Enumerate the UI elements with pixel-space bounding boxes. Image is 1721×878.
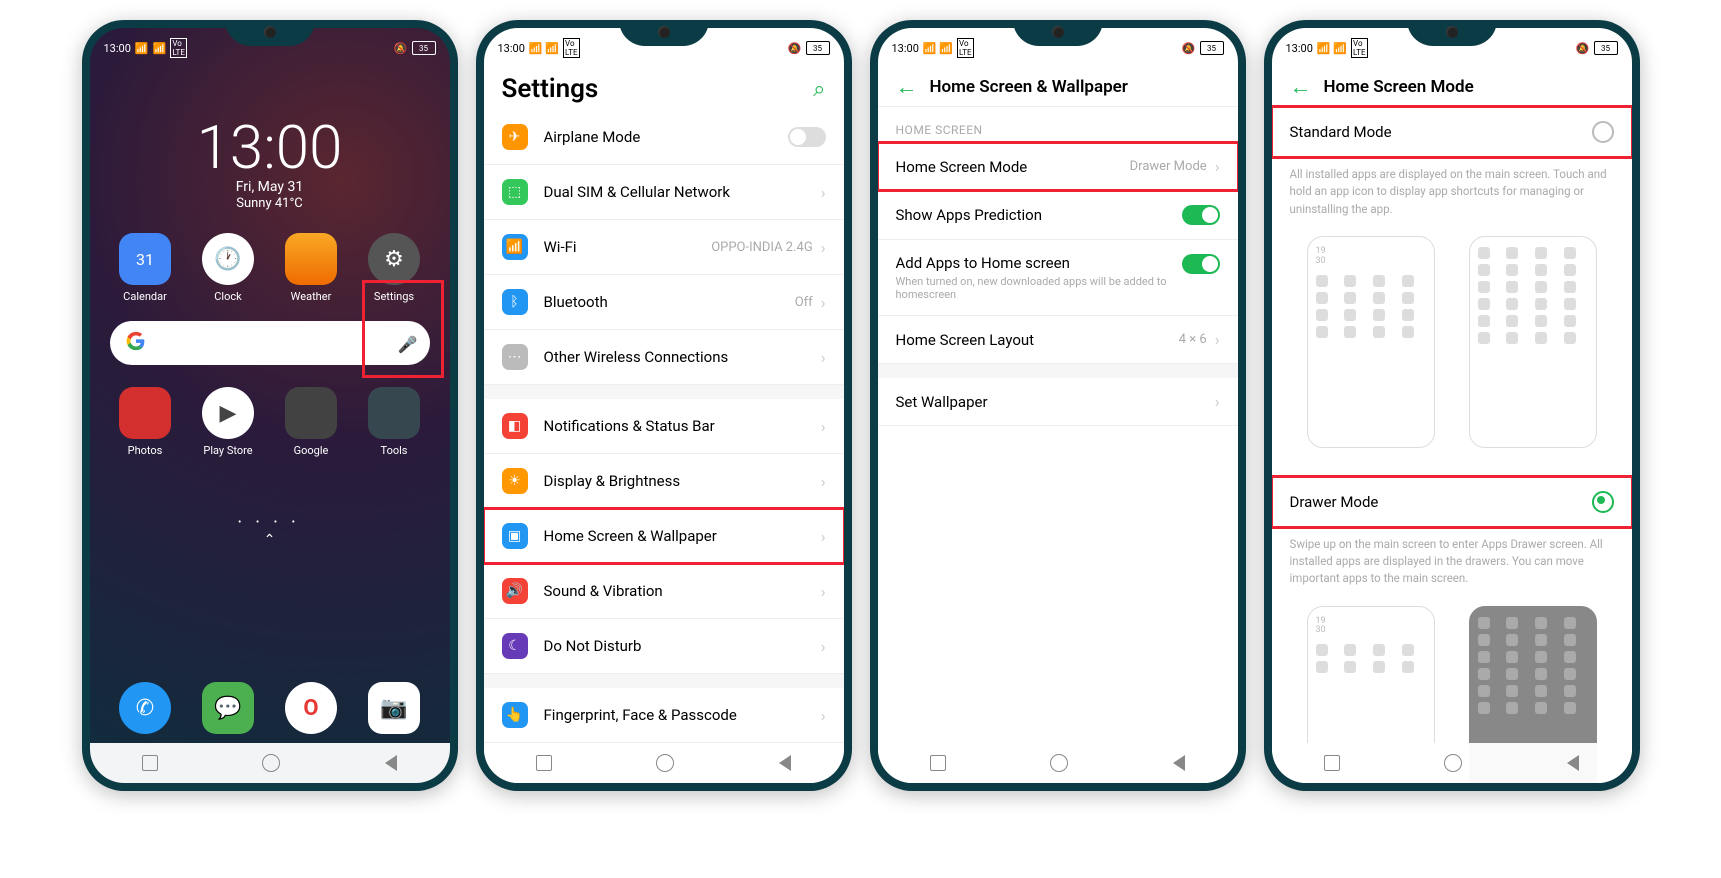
lock-weather: Sunny 41°C — [90, 196, 450, 211]
back-icon[interactable]: ← — [896, 74, 918, 100]
drawer-desc: Swipe up on the main screen to enter App… — [1272, 528, 1632, 596]
standard-desc: All installed apps are displayed on the … — [1272, 158, 1632, 226]
row-dnd[interactable]: ☾Do Not Disturb› — [484, 619, 844, 674]
drawer-indicator-icon[interactable]: ⌃ — [90, 532, 450, 548]
nav-home-icon[interactable] — [1050, 754, 1068, 772]
settings-list: ✈Airplane Mode ⬚Dual SIM & Cellular Netw… — [484, 110, 844, 743]
add-apps-toggle[interactable] — [1182, 254, 1220, 274]
row-home-wallpaper[interactable]: ▣Home Screen & Wallpaper› — [484, 509, 844, 564]
app-weather[interactable]: Weather — [276, 233, 346, 303]
row-bluetooth[interactable]: ᛒBluetoothOff› — [484, 275, 844, 330]
drawer-radio[interactable] — [1592, 491, 1614, 513]
row-wifi[interactable]: 📶Wi-FiOPPO-INDIA 2.4G› — [484, 220, 844, 275]
row-sound[interactable]: 🔊Sound & Vibration› — [484, 564, 844, 619]
app-clock[interactable]: 🕐Clock — [193, 233, 263, 303]
nav-recent-icon[interactable] — [930, 755, 946, 771]
battery-icon: 35 — [412, 41, 436, 55]
nav-home-icon[interactable] — [656, 754, 674, 772]
nav-home-icon[interactable] — [1444, 754, 1462, 772]
status-time: 13:00 — [104, 42, 131, 55]
row-show-apps-prediction[interactable]: Show Apps Prediction — [878, 191, 1238, 240]
search-icon[interactable]: ⌕ — [813, 77, 825, 102]
standard-preview: 19 30 — [1272, 226, 1632, 476]
page-indicator: • • • • — [90, 517, 450, 528]
page-title: Home Screen Mode — [1324, 77, 1614, 97]
row-set-wallpaper[interactable]: Set Wallpaper› — [878, 378, 1238, 426]
row-display[interactable]: ☀Display & Brightness› — [484, 454, 844, 509]
prediction-toggle[interactable] — [1182, 205, 1220, 225]
row-standard-mode[interactable]: Standard Mode — [1272, 107, 1632, 158]
dock-camera[interactable]: 📷 — [359, 682, 429, 739]
phone-settings: 13:00 📶 📶 VoLTE 🔕 35 Settings ⌕ ✈Airplan… — [476, 20, 852, 791]
row-home-layout[interactable]: Home Screen Layout 4 × 6› — [878, 316, 1238, 364]
signal-icon: 📶 — [135, 42, 149, 55]
app-playstore[interactable]: ▶Play Store — [193, 387, 263, 457]
row-airplane-mode[interactable]: ✈Airplane Mode — [484, 110, 844, 165]
row-notifications[interactable]: ◧Notifications & Status Bar› — [484, 399, 844, 454]
nav-recent-icon[interactable] — [1324, 755, 1340, 771]
google-search-bar[interactable]: 🎤 — [110, 321, 430, 365]
phone-hs-wallpaper: 13:00 📶 📶 VoLTE 🔕 35 ← Home Screen & Wal… — [870, 20, 1246, 791]
phone-hs-mode: 13:00 📶 📶 VoLTE 🔕 35 ← Home Screen Mode … — [1264, 20, 1640, 791]
volte-icon: VoLTE — [170, 38, 187, 58]
app-tools-folder[interactable]: ⋮⋮⋮Tools — [359, 387, 429, 457]
standard-radio[interactable] — [1592, 121, 1614, 143]
lock-date: Fri, May 31 — [90, 179, 450, 195]
section-label: HOME SCREEN — [878, 107, 1238, 143]
mic-icon[interactable]: 🎤 — [398, 335, 414, 351]
row-home-screen-mode[interactable]: Home Screen Mode Drawer Mode› — [878, 143, 1238, 191]
google-logo-icon — [126, 331, 146, 355]
app-google-folder[interactable]: ⋮⋮⋮Google — [276, 387, 346, 457]
nav-home-icon[interactable] — [262, 754, 280, 772]
app-calendar[interactable]: 31Calendar — [110, 233, 180, 303]
dock-messages[interactable]: 💬 — [193, 682, 263, 739]
page-title: Home Screen & Wallpaper — [930, 77, 1220, 97]
row-add-apps-home[interactable]: Add Apps to Home screen When turned on, … — [878, 240, 1238, 316]
settings-header: Settings ⌕ — [484, 62, 844, 110]
nav-back-icon[interactable] — [385, 755, 397, 771]
mute-icon: 🔕 — [394, 42, 408, 55]
nav-back-icon[interactable] — [1173, 755, 1185, 771]
chevron-right-icon: › — [821, 183, 826, 202]
nav-back-icon[interactable] — [1567, 755, 1579, 771]
app-photos[interactable]: Photos — [110, 387, 180, 457]
phone-home: 13:00 📶 📶 VoLTE 🔕 35 13:00 Fri, May 31 S… — [82, 20, 458, 791]
dock-phone[interactable]: ✆ — [110, 682, 180, 739]
nav-recent-icon[interactable] — [536, 755, 552, 771]
app-settings[interactable]: ⚙Settings — [359, 233, 429, 303]
lock-clock: 13:00 — [90, 112, 450, 183]
row-fingerprint[interactable]: 👆Fingerprint, Face & Passcode› — [484, 688, 844, 743]
back-icon[interactable]: ← — [1290, 74, 1312, 100]
wifi-icon: 📶 — [153, 42, 167, 55]
row-other-wireless[interactable]: ⋯Other Wireless Connections› — [484, 330, 844, 385]
nav-recent-icon[interactable] — [142, 755, 158, 771]
row-drawer-mode[interactable]: Drawer Mode — [1272, 476, 1632, 528]
row-dual-sim[interactable]: ⬚Dual SIM & Cellular Network› — [484, 165, 844, 220]
nav-back-icon[interactable] — [779, 755, 791, 771]
dock-opera[interactable]: O — [276, 682, 346, 739]
airplane-toggle[interactable] — [788, 127, 826, 147]
page-title: Settings — [502, 74, 599, 104]
